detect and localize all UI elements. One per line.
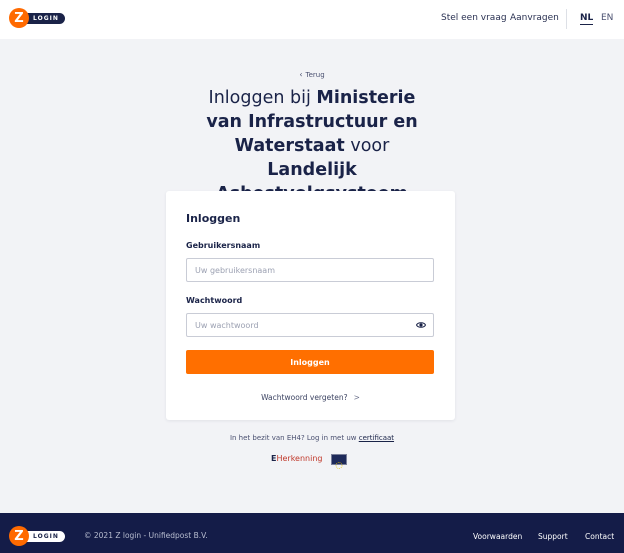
eherkenning-note: In het bezit van EH4? Log in met uw cert… — [0, 434, 624, 442]
forgot-password-label: Wachtwoord vergeten? — [261, 393, 348, 402]
login-card: Inloggen Gebruikersnaam Wachtwoord Inlog… — [166, 191, 455, 420]
username-label: Gebruikersnaam — [186, 241, 261, 250]
login-card-title: Inloggen — [186, 212, 241, 225]
login-button[interactable]: Inloggen — [186, 350, 434, 374]
back-link[interactable]: ‹ Terug — [0, 70, 624, 79]
eherkenning-logo-text: Herkenning — [276, 454, 323, 463]
password-label: Wachtwoord — [186, 296, 243, 305]
page-title: Inloggen bij Ministerie van Infrastructu… — [0, 86, 624, 206]
nav-ask-question[interactable]: Stel een vraag — [441, 13, 507, 23]
forgot-password-link[interactable]: Wachtwoord vergeten? > — [166, 393, 455, 402]
footer-support-link[interactable]: Support — [538, 532, 568, 541]
password-input[interactable] — [186, 313, 434, 337]
eye-icon[interactable] — [416, 321, 426, 329]
back-label: Terug — [305, 71, 325, 79]
footer-logo-letter: Z — [9, 526, 29, 546]
lang-en[interactable]: EN — [601, 13, 613, 23]
footer-logo-word: LOGIN — [23, 530, 65, 542]
lang-nl[interactable]: NL — [580, 13, 594, 25]
footer-logo[interactable]: Z LOGIN — [9, 526, 65, 546]
certificate-link[interactable]: certificaat — [359, 434, 394, 442]
nav-divider — [566, 9, 567, 29]
footer-terms-link[interactable]: Voorwaarden — [473, 532, 522, 541]
eherkenning-logo[interactable]: EHerkenning — [271, 454, 322, 463]
zlogin-logo[interactable]: Z LOGIN — [9, 8, 65, 28]
title-part1: Inloggen bij — [208, 88, 317, 108]
footer-contact-link[interactable]: Contact — [585, 532, 614, 541]
nav-requests[interactable]: Aanvragen — [510, 13, 559, 23]
eherkenning-note-text: In het bezit van EH4? Log in met uw — [229, 434, 359, 442]
copyright: © 2021 Z login - Unifiedpost B.V. — [84, 531, 208, 540]
title-part2: voor — [344, 136, 390, 156]
eu-stars-icon — [335, 462, 343, 469]
chevron-right-icon: > — [353, 393, 360, 402]
eu-flag-icon — [331, 454, 347, 469]
chevron-left-icon: ‹ — [299, 70, 303, 79]
username-input[interactable] — [186, 258, 434, 282]
logo-letter: Z — [9, 8, 29, 28]
logo-word: LOGIN — [23, 12, 65, 24]
